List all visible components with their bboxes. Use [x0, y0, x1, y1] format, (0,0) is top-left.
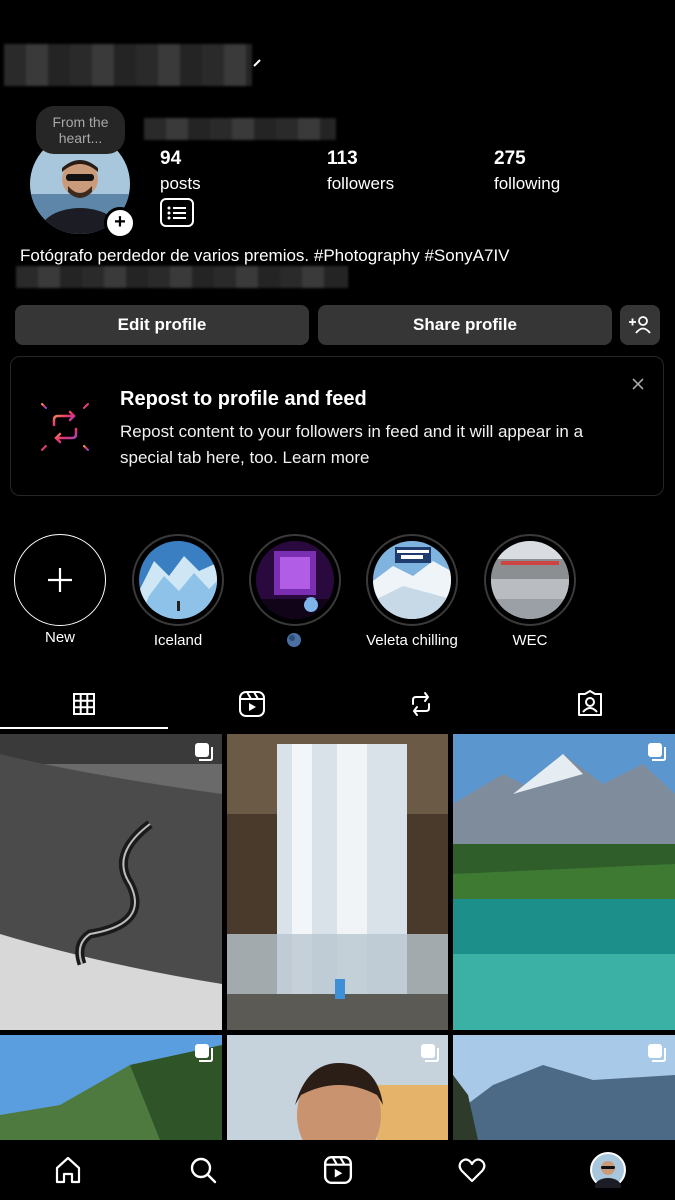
highlight-wec[interactable] [484, 534, 576, 626]
profile-avatar [590, 1152, 626, 1188]
highlight-new[interactable] [14, 534, 106, 626]
reels-icon [323, 1155, 353, 1185]
note-bubble[interactable]: From the heart... [36, 106, 125, 154]
multi-photo-icon [648, 1044, 666, 1062]
stat-following[interactable]: 275 following [494, 147, 560, 197]
reels-icon [239, 691, 265, 717]
nav-activity[interactable] [454, 1152, 490, 1188]
multi-photo-icon [195, 743, 213, 761]
highlight-label: Veleta chilling [366, 632, 458, 649]
edit-profile-button[interactable]: Edit profile [15, 305, 309, 345]
close-icon[interactable] [628, 374, 648, 394]
highlight-label: Iceland [153, 632, 203, 649]
tab-tagged[interactable] [506, 680, 674, 728]
display-name-redacted [144, 118, 336, 140]
multi-photo-icon [648, 743, 666, 761]
share-profile-label: Share profile [413, 315, 517, 334]
list-view-button[interactable] [160, 198, 194, 227]
add-story-plus-icon[interactable]: + [104, 207, 136, 239]
grid-post[interactable] [0, 1035, 222, 1140]
username-redacted[interactable] [4, 44, 252, 86]
add-person-icon [629, 316, 651, 334]
grid-post[interactable] [453, 734, 675, 1030]
reposts-icon [412, 692, 430, 716]
search-icon [190, 1157, 217, 1184]
earth-emoji-icon [287, 633, 301, 647]
stat-posts[interactable]: 94 posts [160, 147, 201, 197]
list-icon [167, 206, 186, 219]
note-text: From the heart... [52, 114, 109, 146]
multi-photo-icon [421, 1044, 439, 1062]
active-tab-indicator [0, 727, 168, 729]
tab-reposts[interactable] [337, 680, 505, 728]
nav-reels[interactable] [320, 1152, 356, 1188]
grid-post[interactable] [453, 1035, 675, 1140]
share-profile-button[interactable]: Share profile [318, 305, 612, 345]
highlight-concert[interactable] [249, 534, 341, 626]
tab-reels[interactable] [168, 680, 336, 728]
highlight-veleta-chilling[interactable] [366, 534, 458, 626]
posts-label: posts [160, 174, 201, 193]
tab-grid[interactable] [0, 680, 168, 728]
following-count: 275 [494, 148, 526, 169]
bio-link-redacted[interactable] [16, 266, 348, 288]
highlight-label: New [44, 629, 75, 646]
multi-photo-icon [195, 1044, 213, 1062]
grid-post[interactable] [227, 734, 448, 1030]
posts-count: 94 [160, 148, 182, 169]
home-icon [55, 1156, 81, 1184]
tagged-icon [578, 690, 602, 716]
nav-profile[interactable] [590, 1152, 626, 1188]
followers-label: followers [327, 174, 395, 193]
grid-post[interactable] [227, 1035, 448, 1140]
grid-post[interactable] [0, 734, 222, 1030]
repost-card-text[interactable]: Repost content to your followers in feed… [120, 419, 620, 471]
followers-count: 113 [327, 148, 358, 169]
plus-icon [48, 568, 72, 592]
heart-icon [458, 1158, 486, 1183]
following-label: following [494, 174, 561, 193]
bio-text: Fotógrafo perdedor de varios premios. #P… [20, 246, 510, 265]
repost-card-title: Repost to profile and feed [120, 388, 367, 410]
repost-sparkle-icon [32, 394, 98, 460]
highlight-iceland[interactable] [132, 534, 224, 626]
nav-home[interactable] [50, 1152, 86, 1188]
highlight-label: WEC [512, 632, 548, 649]
nav-search[interactable] [185, 1152, 221, 1188]
chevron-down-icon[interactable] [252, 58, 264, 68]
grid-icon [73, 693, 95, 715]
discover-people-button[interactable] [620, 305, 660, 345]
stat-followers[interactable]: 113 followers [327, 147, 394, 197]
edit-profile-label: Edit profile [117, 315, 207, 334]
